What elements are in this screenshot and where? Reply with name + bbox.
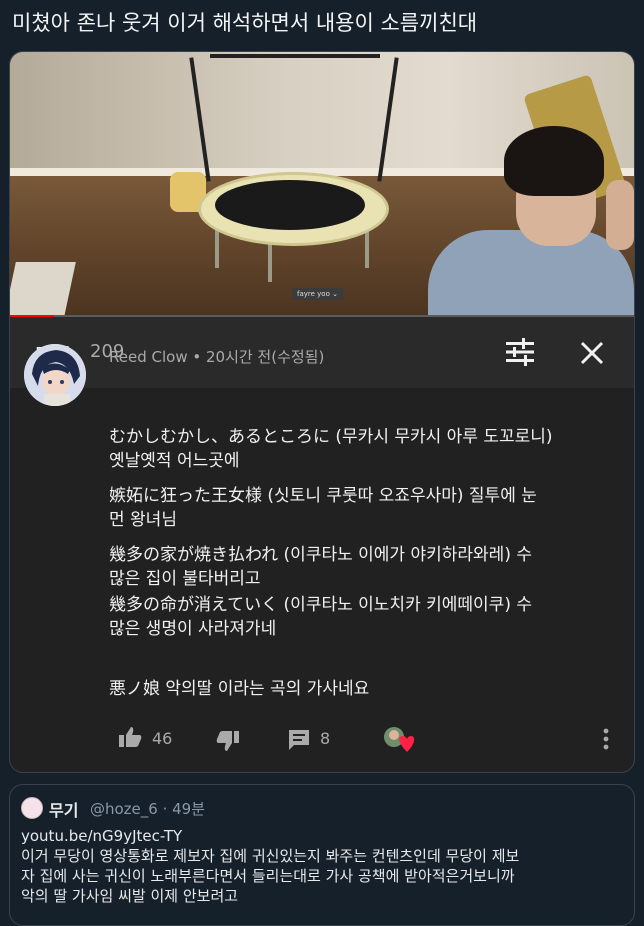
comment-line: 幾多の家が焼き払われ (이쿠타노 이에가 야키하라와레) 수 (109, 545, 532, 565)
close-icon[interactable] (576, 337, 608, 369)
like-count: 46 (152, 729, 173, 748)
camera-label: fayre yoo ⌄ (292, 288, 343, 300)
reply-count: 8 (320, 729, 331, 748)
quoted-text-line: 악의 딸 가사임 씨발 이제 안보려고 (21, 887, 239, 905)
comment-author[interactable]: Reed Clow (109, 348, 188, 366)
sliders-icon[interactable] (504, 337, 536, 367)
thumbs-up-icon[interactable] (118, 726, 142, 748)
comment-line: 옛날옛적 어느곳에 (109, 451, 240, 471)
comment-line: むかしむかし、あるところに (무카시 무카시 아루 도꼬로니) (109, 427, 553, 447)
quoted-text-line: 이거 무당이 영상통화로 제보자 집에 귀신있는지 봐주는 컨텐츠인데 무당이 … (21, 847, 520, 865)
more-vertical-icon[interactable] (603, 728, 609, 750)
comment-author-meta: Reed Clow • 20시간 전(수정됨) (109, 346, 324, 367)
thumbs-down-icon[interactable] (216, 730, 240, 752)
creator-heart-icon (384, 727, 415, 752)
trampoline-mat (215, 180, 365, 230)
quoted-text-line: 자 집에 사는 귀신이 노래부른다면서 들리는대로 가사 공책에 받아적은거보니… (21, 867, 515, 885)
trampoline-leg (215, 230, 219, 268)
comment-line: 먼 왕녀님 (109, 510, 177, 530)
trampoline-handle-bar (210, 54, 380, 58)
comment-line: 悪ノ娘 악의딸 이라는 곡의 가사네요 (109, 679, 370, 699)
tweet-text: 미쳤아 존나 웃겨 이거 해석하면서 내용이 소름끼친대 (12, 11, 478, 35)
trampoline-leg (365, 230, 369, 268)
quoted-link[interactable]: youtu.be/nG9yJtec-TY (21, 827, 182, 845)
avatar[interactable] (24, 344, 86, 406)
comment-line: 많은 생명이 사라져가네 (109, 619, 277, 639)
person-hair (504, 126, 604, 196)
trampoline-leg (268, 240, 272, 282)
media-card[interactable]: fayre yoo ⌄ 댓글 209 (9, 51, 635, 773)
comment-line: 嫉妬に狂った王女様 (싯토니 쿠룻따 오죠우사마) 질투에 눈 (109, 486, 537, 506)
person-body (428, 230, 634, 317)
comment-line: 많은 집이 불타버리고 (109, 569, 261, 589)
avatar[interactable] (21, 797, 43, 819)
video-frame[interactable]: fayre yoo ⌄ (10, 52, 634, 317)
comment-line: 幾多の命が消えていく (이쿠타노 이노치카 키에떼이쿠) 수 (109, 595, 532, 615)
person-hand (606, 180, 634, 250)
comment-icon[interactable] (288, 729, 310, 751)
avatar-illustration (24, 344, 86, 406)
quoted-author-name[interactable]: 무기 (49, 797, 78, 821)
quoted-author-handle: @hoze_6 · 49분 (90, 800, 206, 818)
comment-timestamp: • 20시간 전(수정됨) (187, 348, 325, 366)
